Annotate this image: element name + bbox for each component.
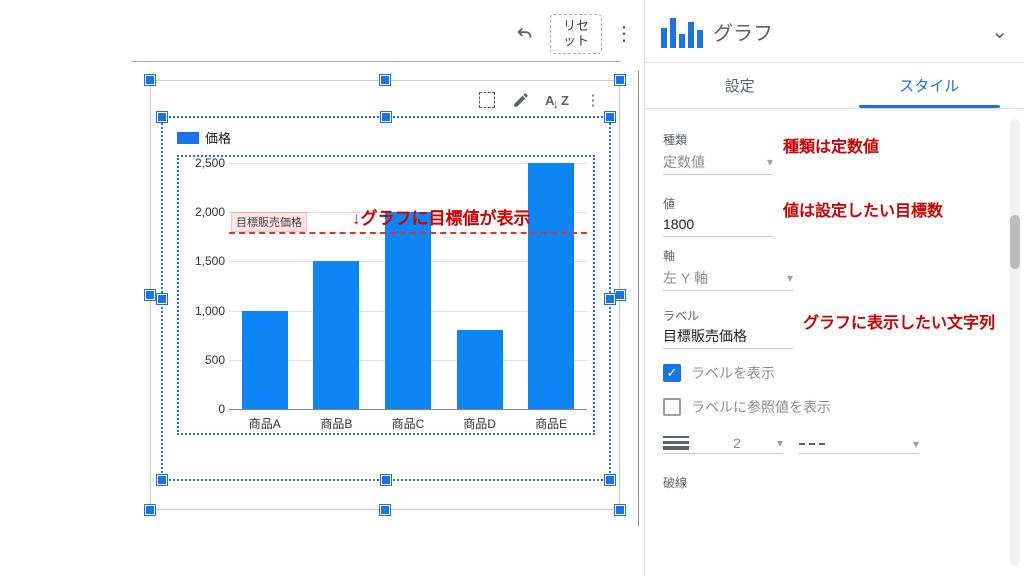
label-input[interactable] [663,324,793,349]
x-axis [229,409,587,410]
show-refvalue-row[interactable]: ラベルに参照値を表示 [663,397,996,417]
plot: 05001,0001,5002,0002,500商品A商品B商品C商品D商品E目… [229,163,587,405]
scrollbar-thumb[interactable] [1010,215,1020,269]
selection-handle[interactable] [380,75,390,85]
selection-handle[interactable] [605,294,615,304]
y-tick-label: 500 [181,353,225,367]
axis-field-label: 軸 [663,247,793,264]
selection-handle[interactable] [157,294,167,304]
selection-handle[interactable] [145,290,155,300]
ruler-h [131,61,621,62]
thickness-value: 2 [733,435,741,451]
y-tick-label: 2,000 [181,205,225,219]
legend-label: 価格 [205,128,231,147]
chevron-down-icon: ▾ [787,271,793,285]
x-tick-label: 商品D [450,415,510,429]
axis-dropdown[interactable]: 左 Y 軸 ▾ [663,266,793,291]
bar [313,261,359,409]
line-thickness-icon [663,436,689,450]
value-input[interactable] [663,212,773,237]
line-style-row: 2 ▾ ▾ [663,431,996,460]
show-refvalue-text: ラベルに参照値を表示 [691,397,831,417]
type-value: 定数値 [663,152,705,172]
show-refvalue-checkbox[interactable] [663,398,681,416]
y-tick-label: 0 [181,402,225,416]
chart-mini-toolbar: A↓Z ⋮ [479,90,603,110]
sidebar-tabs: 設定 スタイル [645,63,1024,109]
selection-handle[interactable] [380,505,390,515]
value-field-label: 値 [663,195,773,212]
chevron-down-icon[interactable]: ⌄ [991,19,1008,44]
ruler-v [638,71,639,526]
edit-icon[interactable] [511,90,531,110]
selection-handle[interactable] [157,475,167,485]
x-tick-label: 商品A [235,415,295,429]
bar [385,212,431,409]
bar [528,163,574,409]
sidebar-body: 種類 定数値 ▾ 種類は定数値 値 値は設定したい目標数 軸 左 Y 軸 ▾ [645,109,1024,576]
undo-button[interactable] [510,19,540,49]
show-label-text: ラベルを表示 [691,363,775,383]
reference-line [229,232,587,234]
selection-handle[interactable] [615,75,625,85]
scrollbar-track[interactable] [1010,119,1020,566]
tab-setup[interactable]: 設定 [645,63,835,108]
dash-dropdown[interactable]: ▾ [799,435,919,454]
label-field-label: ラベル [663,307,793,324]
select-area-icon[interactable] [479,92,495,108]
type-dropdown[interactable]: 定数値 ▾ [663,150,773,175]
chart-component[interactable]: A↓Z ⋮ 価格 05001,0001,5002,0002,500商品A商品B商… [161,116,611,481]
plot-area: 0 500 1,000 1,500 2,000 2,500 商品A 商品B 商品C 商品D 商品E 目… [177,155,595,435]
selection-handle[interactable] [605,112,615,122]
chart-more-icon[interactable]: ⋮ [583,90,603,110]
bar-chart-icon [661,14,703,48]
show-label-checkbox[interactable]: ✓ [663,364,681,382]
selection-handle[interactable] [381,112,391,122]
selection-handle[interactable] [145,75,155,85]
annotation-value: 値は設定したい目標数 [783,197,943,221]
reset-button[interactable]: リセット [550,14,602,54]
reference-line-label: 目標販売価格 [231,212,307,232]
sidebar-title: グラフ [713,17,981,46]
chevron-down-icon: ▾ [767,155,773,169]
axis-value: 左 Y 軸 [663,268,708,288]
selection-handle[interactable] [381,475,391,485]
more-options-button[interactable]: ⋮ [612,22,636,46]
annotation-type: 種類は定数値 [783,133,879,157]
x-tick-label: 商品E [521,415,581,429]
selection-handle[interactable] [615,290,625,300]
properties-sidebar: グラフ ⌄ 設定 スタイル 種類 定数値 ▾ 種類は定数値 値 値は設定したい目… [644,0,1024,576]
annotation-label: グラフに表示したい文字列 [803,309,995,333]
chart-legend: 価格 [163,118,609,151]
selection-handle[interactable] [157,112,167,122]
editor-top-toolbar: リセット ⋮ [510,14,636,54]
x-tick-label: 商品B [306,415,366,429]
truncated-section-label: 破線 [663,474,996,491]
selection-handle[interactable] [145,505,155,515]
sort-az-icon[interactable]: A↓Z [547,90,567,110]
bar [242,311,288,409]
y-tick-label: 1,500 [181,254,225,268]
bar [457,330,503,409]
show-label-row[interactable]: ✓ ラベルを表示 [663,363,996,383]
line-dash-icon [799,443,825,445]
chevron-down-icon: ▾ [913,437,919,451]
sidebar-header: グラフ ⌄ [645,0,1024,63]
chevron-down-icon: ▾ [777,436,783,450]
type-field-label: 種類 [663,131,773,148]
tab-style[interactable]: スタイル [835,63,1024,108]
y-tick-label: 2,500 [181,156,225,170]
y-tick-label: 1,000 [181,304,225,318]
thickness-dropdown[interactable]: 2 ▾ [663,433,783,454]
legend-swatch [177,132,199,144]
x-tick-label: 商品C [378,415,438,429]
selection-handle[interactable] [615,505,625,515]
selection-handle[interactable] [605,475,615,485]
report-canvas[interactable]: A↓Z ⋮ 価格 0 500 1,000 1,500 2,000 2,500 商品A 商品B 商… [150,80,620,510]
